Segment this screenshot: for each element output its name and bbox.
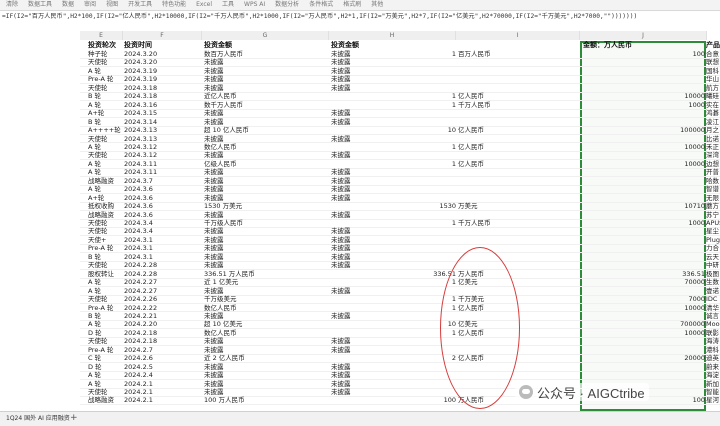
add-sheet-button[interactable]: +	[70, 413, 78, 424]
header-extra[interactable]: 产品	[706, 41, 720, 49]
toolbar-item[interactable]: 数据	[62, 0, 74, 10]
toolbar-item[interactable]: WPS AI	[244, 0, 265, 10]
gridline	[80, 404, 720, 406]
ribbon-toolbar: 清除 数据工具 数据 审阅 视图 开发工具 特色功能 Excel 工具 WPS AI 数据分析 条件格…	[0, 0, 720, 11]
header-amount-text[interactable]: 投资金额	[204, 41, 324, 49]
header-round[interactable]: 投资轮次	[88, 41, 124, 49]
toolbar-item[interactable]: 清除	[6, 0, 18, 10]
header-amount[interactable]: 投资金额	[331, 41, 431, 49]
toolbar-item[interactable]: 审阅	[84, 0, 96, 10]
column-letter-h[interactable]: H	[329, 31, 456, 40]
column-letter-g[interactable]: G	[202, 31, 329, 40]
toolbar-item[interactable]: 视图	[106, 0, 118, 10]
toolbar-item[interactable]: 数据分析	[275, 0, 299, 10]
header-row: 投资轮次 投资时间 投资金额 投资金额 金额：万人民币 产品	[0, 41, 720, 49]
toolbar-item[interactable]: 特色功能	[162, 0, 186, 10]
column-letter-i[interactable]: I	[456, 31, 580, 40]
sheet-tab[interactable]: 1Q24 国外 AI 应用融资	[2, 414, 74, 424]
header-time[interactable]: 投资时间	[124, 41, 179, 49]
toolbar-item[interactable]: 工具	[222, 0, 234, 10]
watermark: 公众号 · AIGCtribe	[515, 383, 649, 401]
column-letter-j[interactable]: J	[580, 31, 707, 40]
watermark-text: 公众号 · AIGCtribe	[537, 385, 645, 401]
wechat-icon	[519, 385, 533, 399]
toolbar-item[interactable]: 数据工具	[28, 0, 52, 10]
header-converted[interactable]: 金额：万人民币	[583, 41, 703, 49]
toolbar-item[interactable]: 开发工具	[128, 0, 152, 10]
column-letter-e[interactable]: E	[80, 31, 123, 40]
formula-bar[interactable]: =IF(I2="百万人民币",H2*100,IF(I2="亿人民币",H2*10…	[0, 12, 720, 22]
column-letter-f[interactable]: F	[123, 31, 202, 40]
toolbar-item[interactable]: Excel	[196, 0, 212, 10]
toolbar-item[interactable]: 其他	[371, 0, 383, 10]
annotation-circle	[440, 247, 520, 409]
toolbar-item[interactable]: 格式刷	[343, 0, 361, 10]
sheet-tab-bar: 1Q24 国外 AI 应用融资 +	[0, 411, 720, 426]
toolbar-item[interactable]: 条件格式	[309, 0, 333, 10]
